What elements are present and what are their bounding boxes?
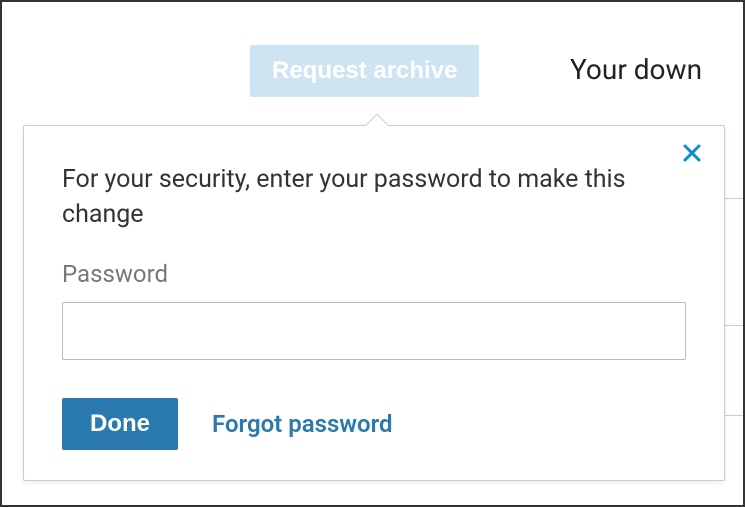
popover-arrow: [364, 114, 388, 126]
your-download-text: Your down: [570, 53, 702, 86]
forgot-password-link[interactable]: Forgot password: [212, 410, 393, 438]
security-message: For your security, enter your password t…: [62, 162, 632, 232]
close-icon: [682, 143, 702, 166]
password-input[interactable]: [62, 302, 686, 360]
request-archive-button[interactable]: Request archive: [250, 45, 479, 97]
close-button[interactable]: [678, 140, 706, 168]
background-layer: Request archive Your down: [0, 0, 745, 45]
button-row: Done Forgot password: [62, 398, 686, 450]
done-button[interactable]: Done: [62, 398, 178, 450]
password-label: Password: [62, 260, 686, 288]
password-popover: For your security, enter your password t…: [23, 125, 725, 481]
